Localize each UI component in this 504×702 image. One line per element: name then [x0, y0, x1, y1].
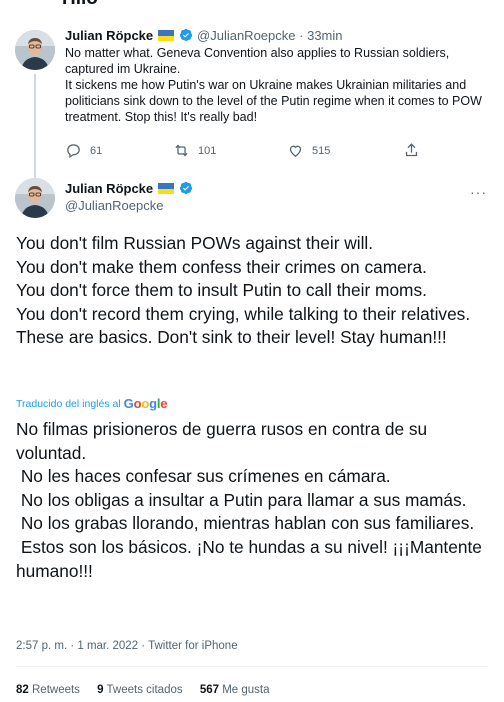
- retweets-count: 82: [16, 684, 29, 696]
- page-title: Hilo: [62, 0, 98, 10]
- retweets-label: Retweets: [32, 684, 80, 696]
- separator-dot: ·: [299, 28, 304, 43]
- tweet-text-line: These are basics. Don't sink to their le…: [16, 327, 447, 348]
- translation-attribution[interactable]: Traducido del inglés al Google: [16, 396, 167, 411]
- translated-text: No filmas prisioneros de guerra rusos en…: [16, 418, 496, 583]
- reply-button[interactable]: 61: [65, 142, 102, 159]
- translated-label: Traducido del inglés al: [16, 397, 121, 410]
- verified-badge-icon: [179, 28, 193, 42]
- tweet-time[interactable]: 33min: [307, 28, 342, 43]
- like-button[interactable]: 515: [287, 142, 330, 159]
- like-count: 515: [312, 144, 331, 157]
- tweet-text-line: You don't force them to insult Putin to …: [16, 280, 427, 301]
- likes-label: Me gusta: [222, 684, 270, 696]
- retweet-count: 101: [198, 144, 217, 157]
- thread-header: Hilo: [0, 0, 504, 12]
- author-handle[interactable]: @JulianRoepcke: [65, 197, 193, 214]
- ukraine-flag-icon: [157, 30, 174, 41]
- verified-badge-icon: [179, 181, 193, 195]
- tweet-text-line: You don't make them confess their crimes…: [16, 256, 427, 277]
- thread-connector-line: [34, 74, 36, 186]
- author-name[interactable]: Julian Röpcke: [65, 181, 153, 196]
- tweet-actions: 61 101 515: [65, 142, 445, 160]
- quote-tweets-stat[interactable]: 9 Tweets citados: [97, 684, 182, 696]
- retweet-button[interactable]: 101: [173, 142, 216, 159]
- reply-count: 61: [90, 144, 103, 157]
- share-button[interactable]: [403, 142, 428, 159]
- reply-icon: [67, 144, 80, 159]
- translated-text-line: No los grabas llorando, mientras hablan …: [16, 513, 475, 534]
- quotes-count: 9: [97, 684, 104, 696]
- likes-stat[interactable]: 567 Me gusta: [200, 684, 270, 696]
- tweet-text: You don't film Russian POWs against thei…: [16, 232, 496, 350]
- divider: [16, 666, 488, 667]
- retweets-stat[interactable]: 82 Retweets: [16, 684, 80, 696]
- author-name[interactable]: Julian Röpcke: [65, 28, 153, 43]
- translated-text-line: Estos son los básicos. ¡No te hundas a s…: [16, 536, 487, 581]
- tweet-text: No matter what. Geneva Convention also a…: [65, 45, 495, 125]
- translated-text-line: No filmas prisioneros de guerra rusos en…: [16, 419, 428, 463]
- tweet-text-line: It sickens me how Putin's war on Ukraine…: [65, 78, 482, 124]
- likes-count: 567: [199, 684, 220, 696]
- share-icon: [405, 143, 418, 157]
- translated-text-line: No los obligas a insultar a Putin para l…: [16, 489, 467, 510]
- tweet-text-line: No matter what. Geneva Convention also a…: [65, 46, 450, 76]
- avatar[interactable]: [15, 178, 55, 218]
- retweet-icon: [175, 144, 188, 157]
- tweet-stats: 82 Retweets 9 Tweets citados 567 Me gust…: [16, 684, 284, 696]
- more-options-icon[interactable]: ···: [470, 184, 487, 200]
- tweet-text-line: You don't record them crying, while talk…: [16, 303, 471, 324]
- author-handle[interactable]: @JulianRoepcke: [197, 28, 295, 43]
- translated-text-line: No les haces confesar sus crímenes en cá…: [16, 466, 391, 487]
- quotes-label: Tweets citados: [106, 684, 183, 696]
- tweet-text-line: You don't film Russian POWs against thei…: [16, 233, 374, 253]
- ukraine-flag-icon: [157, 183, 174, 194]
- tweet-timestamp[interactable]: 2:57 p. m. · 1 mar. 2022 · Twitter for i…: [16, 640, 238, 652]
- heart-icon: [289, 145, 302, 157]
- avatar[interactable]: [15, 30, 55, 70]
- google-logo: Google: [123, 396, 168, 411]
